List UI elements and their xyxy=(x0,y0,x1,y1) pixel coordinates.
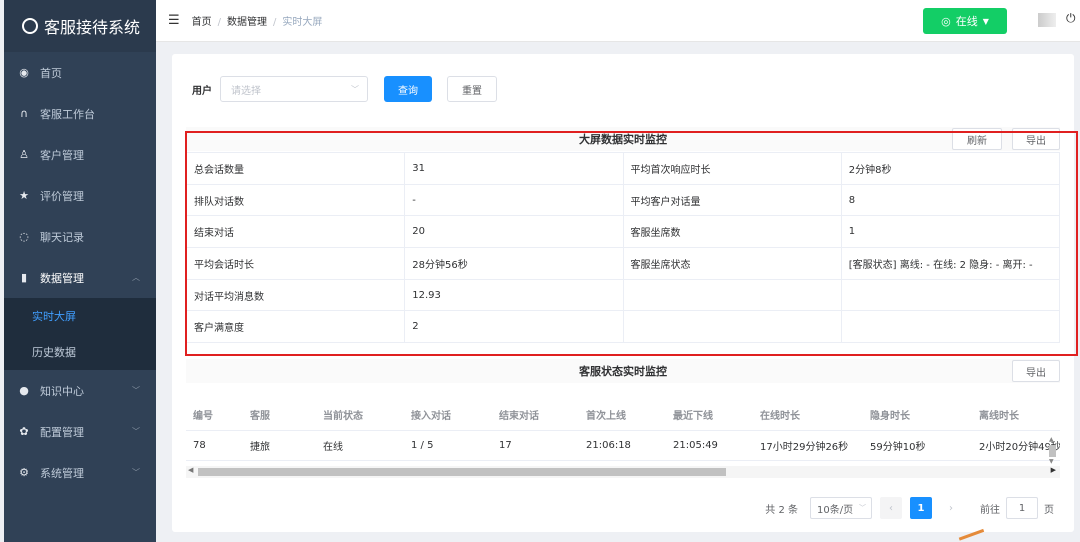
chevron-up-icon: ︿ xyxy=(132,273,140,282)
sidebar-item-system[interactable]: ⚙ 系统管理 ﹀ xyxy=(4,452,156,493)
goto-suffix: 页 xyxy=(1044,504,1054,516)
table-cell: 捷旅 xyxy=(243,430,316,461)
sidebar-sub-item-history[interactable]: 历史数据 xyxy=(4,334,156,370)
pagination: 共 2 条 10条/页 ﹀ ‹ 1 › 前往 1 页 xyxy=(765,497,1054,519)
page-number-current[interactable]: 1 xyxy=(910,497,932,519)
online-status-button[interactable]: ◎ 在线 ▼ xyxy=(923,8,1007,34)
user-filter-label: 用户 xyxy=(192,85,212,97)
table-cell: 21:05:49 xyxy=(666,430,753,461)
reset-button[interactable]: 重置 xyxy=(447,76,497,102)
status-icon: ◎ xyxy=(941,14,951,28)
breadcrumb-home[interactable]: 首页 xyxy=(192,17,212,28)
table-cell: 2小时20分钟49秒 xyxy=(972,430,1060,461)
table-cell: 21:06:18 xyxy=(579,430,666,461)
chat-icon: ◌ xyxy=(19,230,29,243)
breadcrumb: 首页 / 数据管理 / 实时大屏 xyxy=(191,17,323,28)
power-icon[interactable]: ⏻ xyxy=(1066,11,1076,26)
breadcrumb-current: 实时大屏 xyxy=(282,17,323,28)
chevron-down-icon: ﹀ xyxy=(132,468,140,477)
scroll-right-icon: ▶ xyxy=(1050,466,1056,474)
column-header: 首次上线 xyxy=(579,400,666,431)
sidebar-item-config[interactable]: ✿ 配置管理 ﹀ xyxy=(4,411,156,452)
sidebar-item-workbench[interactable]: ∩ 客服工作台 xyxy=(4,93,156,134)
column-header: 最近下线 xyxy=(666,400,753,431)
chevron-down-icon: ﹀ xyxy=(132,427,140,436)
app-root: 客服接待系统 ◉ 首页 ∩ 客服工作台 ♙ 客户管理 ★ 评价管理 ◌ 聊天记录 ▮ 数据管… xyxy=(0,0,1080,542)
query-button[interactable]: 查询 xyxy=(384,76,432,102)
caret-down-icon: ▼ xyxy=(982,16,989,26)
page-size-select[interactable]: 10条/页 ﹀ xyxy=(810,497,872,519)
table-cell: 17 xyxy=(492,430,579,461)
table-cell: 在线 xyxy=(316,430,404,461)
user-icon: ♙ xyxy=(19,148,29,161)
top-header: ☰ 首页 / 数据管理 / 实时大屏 ◎ 在线 ▼ ⏻ xyxy=(156,0,1080,42)
table-cell: 17小时29分钟26秒 xyxy=(753,430,863,461)
headset-icon: ∩ xyxy=(19,107,29,120)
column-header: 编号 xyxy=(186,400,243,431)
user-select[interactable]: 请选择 ﹀ xyxy=(220,76,368,102)
scroll-up-icon: ▲ xyxy=(1049,436,1054,443)
column-header: 在线时长 xyxy=(753,400,863,431)
column-header: 隐身时长 xyxy=(863,400,972,431)
column-header: 接入对话 xyxy=(404,400,492,431)
vertical-scrollbar[interactable]: ▲ ▼ xyxy=(1049,436,1059,466)
sidebar-item-customers[interactable]: ♙ 客户管理 xyxy=(4,134,156,175)
gear-icon: ✿ xyxy=(19,425,29,438)
menu-toggle-icon[interactable]: ☰ xyxy=(168,13,180,28)
horizontal-scrollbar[interactable]: ◀ ▶ xyxy=(186,466,1060,478)
chevron-down-icon: ﹀ xyxy=(132,386,140,395)
dashboard-icon: ◉ xyxy=(19,66,29,79)
table-cell: 1 / 5 xyxy=(404,430,492,461)
column-header: 客服 xyxy=(243,400,316,431)
chevron-down-icon: ﹀ xyxy=(351,84,359,94)
agent-status-table: 编号 客服 当前状态 接入对话 结束对话 首次上线 最近下线 在线时长 隐身时长 离线时长 78 捷… xyxy=(186,400,1060,461)
chevron-down-icon: ﹀ xyxy=(859,504,866,512)
sidebar-item-knowledge[interactable]: ● 知识中心 ﹀ xyxy=(4,370,156,411)
scroll-down-icon: ▼ xyxy=(1049,458,1054,465)
bar-chart-icon: ▮ xyxy=(20,271,28,284)
breadcrumb-data[interactable]: 数据管理 xyxy=(227,17,267,28)
scrollbar-thumb[interactable] xyxy=(198,468,726,476)
highlight-annotation-box xyxy=(185,131,1078,356)
goto-label: 前往 xyxy=(980,504,1000,516)
filter-bar: 用户 请选择 ﹀ 查询 重置 xyxy=(192,76,497,102)
agent-status-title: 客服状态实时监控 xyxy=(579,365,667,378)
prev-page-button[interactable]: ‹ xyxy=(880,497,902,519)
scroll-left-icon: ◀ xyxy=(188,466,194,474)
sidebar: 客服接待系统 ◉ 首页 ∩ 客服工作台 ♙ 客户管理 ★ 评价管理 ◌ 聊天记录 ▮ 数据管… xyxy=(4,0,156,542)
column-header: 结束对话 xyxy=(492,400,579,431)
app-logo: 客服接待系统 xyxy=(4,0,156,52)
table-cell: 59分钟10秒 xyxy=(863,430,972,461)
table-cell: 78 xyxy=(186,430,243,461)
knowledge-icon: ● xyxy=(19,384,29,397)
star-icon: ★ xyxy=(19,189,29,202)
next-page-button[interactable]: › xyxy=(940,497,962,519)
sidebar-item-chat-history[interactable]: ◌ 聊天记录 xyxy=(4,216,156,257)
column-header: 离线时长 xyxy=(972,400,1060,431)
headset-icon xyxy=(22,18,38,34)
table-row[interactable]: 78 捷旅 在线 1 / 5 17 21:06:18 21:05:49 17小时29分钟26秒… xyxy=(186,430,1060,461)
sidebar-sub-item-realtime[interactable]: 实时大屏 xyxy=(4,298,156,334)
column-header: 当前状态 xyxy=(316,400,404,431)
goto-page-input[interactable]: 1 xyxy=(1006,497,1038,519)
agent-section-header: 客服状态实时监控 导出 xyxy=(186,359,1060,383)
sidebar-item-data[interactable]: ▮ 数据管理 ︿ xyxy=(4,257,156,298)
agent-export-button[interactable]: 导出 xyxy=(1012,360,1060,382)
settings-icon: ⚙ xyxy=(19,466,29,479)
avatar[interactable] xyxy=(1038,13,1056,27)
sidebar-item-home[interactable]: ◉ 首页 xyxy=(4,52,156,93)
sidebar-item-reviews[interactable]: ★ 评价管理 xyxy=(4,175,156,216)
app-title: 客服接待系统 xyxy=(44,18,141,37)
pagination-total: 共 2 条 xyxy=(765,504,798,516)
